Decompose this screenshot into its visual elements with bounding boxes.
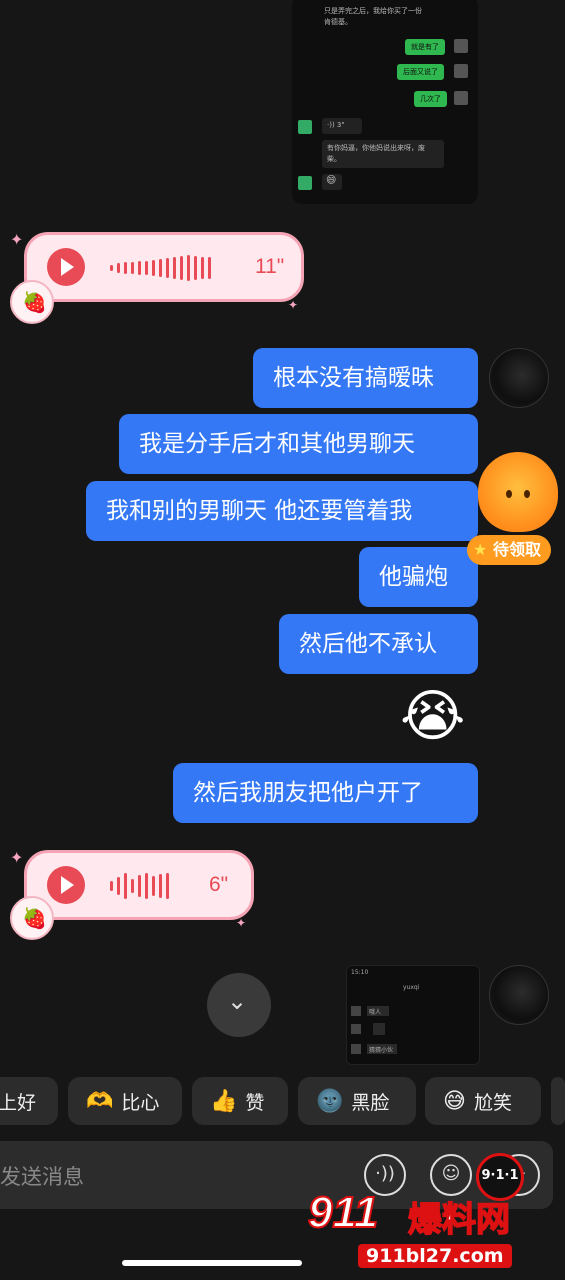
screenshot-avatar: [454, 64, 468, 78]
message-bubble[interactable]: 我是分手后才和其他男聊天: [119, 414, 478, 474]
sparkle-icon: ✦: [10, 848, 24, 867]
quick-reply-chip[interactable]: 🌚 黑脸: [298, 1077, 416, 1125]
sparkle-icon: ✦: [288, 298, 299, 312]
message-bubble[interactable]: 我和别的男聊天 他还要管着我: [86, 481, 478, 541]
reward-mascot-icon[interactable]: [478, 452, 558, 532]
quick-reply-chip[interactable]: 😅 尬笑: [425, 1077, 541, 1125]
sweat-smile-icon: 😅: [443, 1088, 466, 1114]
voice-message[interactable]: 6": [24, 850, 254, 920]
quick-reply-chip[interactable]: [551, 1077, 565, 1125]
strawberry-sticker-icon: [10, 896, 54, 940]
sparkle-icon: ✦: [10, 230, 24, 249]
scroll-down-button[interactable]: ⌄: [207, 973, 271, 1037]
home-indicator[interactable]: [122, 1260, 302, 1266]
screenshot-green-bubble: 后面又说了: [397, 64, 444, 80]
thumbs-up-icon: 👍: [210, 1088, 238, 1114]
waveform-icon: [110, 873, 169, 899]
chevron-double-down-icon: ⌄: [227, 987, 248, 1015]
screenshot-voice-bubble: ·)) 3": [322, 118, 362, 134]
play-icon[interactable]: [47, 248, 85, 286]
message-bubble[interactable]: 根本没有搞暧昧: [253, 348, 478, 408]
screenshot-avatar: [298, 176, 312, 190]
screenshot-text: 只是弄完之后，我给你买了一份: [324, 7, 422, 15]
quick-reply-chip[interactable]: 上好: [0, 1077, 58, 1125]
screenshot-emoji-bubble: 😄: [322, 174, 342, 190]
screenshot-green-bubble: 几次了: [414, 91, 447, 107]
crying-emoji-icon: 😭: [400, 684, 466, 749]
message-bubble[interactable]: 然后他不承认: [279, 614, 478, 674]
user-avatar[interactable]: [489, 965, 549, 1025]
screenshot-avatar: [454, 39, 468, 53]
screenshot-avatar: [298, 120, 312, 134]
play-icon[interactable]: [47, 866, 85, 904]
screenshot-avatar: [454, 91, 468, 105]
watermark-logo: 9·1·1 911 爆料网 911bl27.com: [298, 1148, 560, 1280]
message-bubble[interactable]: 然后我朋友把他户开了: [173, 763, 478, 823]
strawberry-sticker-icon: [10, 280, 54, 324]
screenshot-text: 肯德基。: [324, 18, 352, 26]
message-bubble[interactable]: 他骗炮: [359, 547, 478, 607]
heart-hands-icon: 🫶: [86, 1088, 114, 1114]
user-avatar[interactable]: [489, 348, 549, 408]
quick-reply-chip[interactable]: 🫶 比心: [68, 1077, 182, 1125]
reward-badge[interactable]: 待领取: [467, 535, 552, 565]
voice-duration: 11": [255, 255, 285, 278]
chat-screenshot-image[interactable]: 只是弄完之后，我给你买了一份 肯德基。 就是有了 后面又说了 几次了 ·)) 3…: [292, 0, 478, 204]
chat-screenshot-image[interactable]: 15:10 yuxqi 哦人 猜猜小伙: [346, 965, 480, 1065]
screenshot-gray-bubble: 有你妈逼，你他妈说出来呀，废 柴。: [322, 140, 444, 168]
screenshot-green-bubble: 就是有了: [405, 39, 445, 55]
dark-face-icon: 🌚: [316, 1088, 344, 1114]
waveform-icon: [110, 255, 211, 281]
voice-message[interactable]: 11": [24, 232, 304, 302]
voice-duration: 6": [209, 873, 229, 896]
quick-reply-chip[interactable]: 👍 赞: [192, 1077, 288, 1125]
sparkle-icon: ✦: [236, 916, 247, 930]
message-input-placeholder: 发送消息: [0, 1165, 84, 1189]
